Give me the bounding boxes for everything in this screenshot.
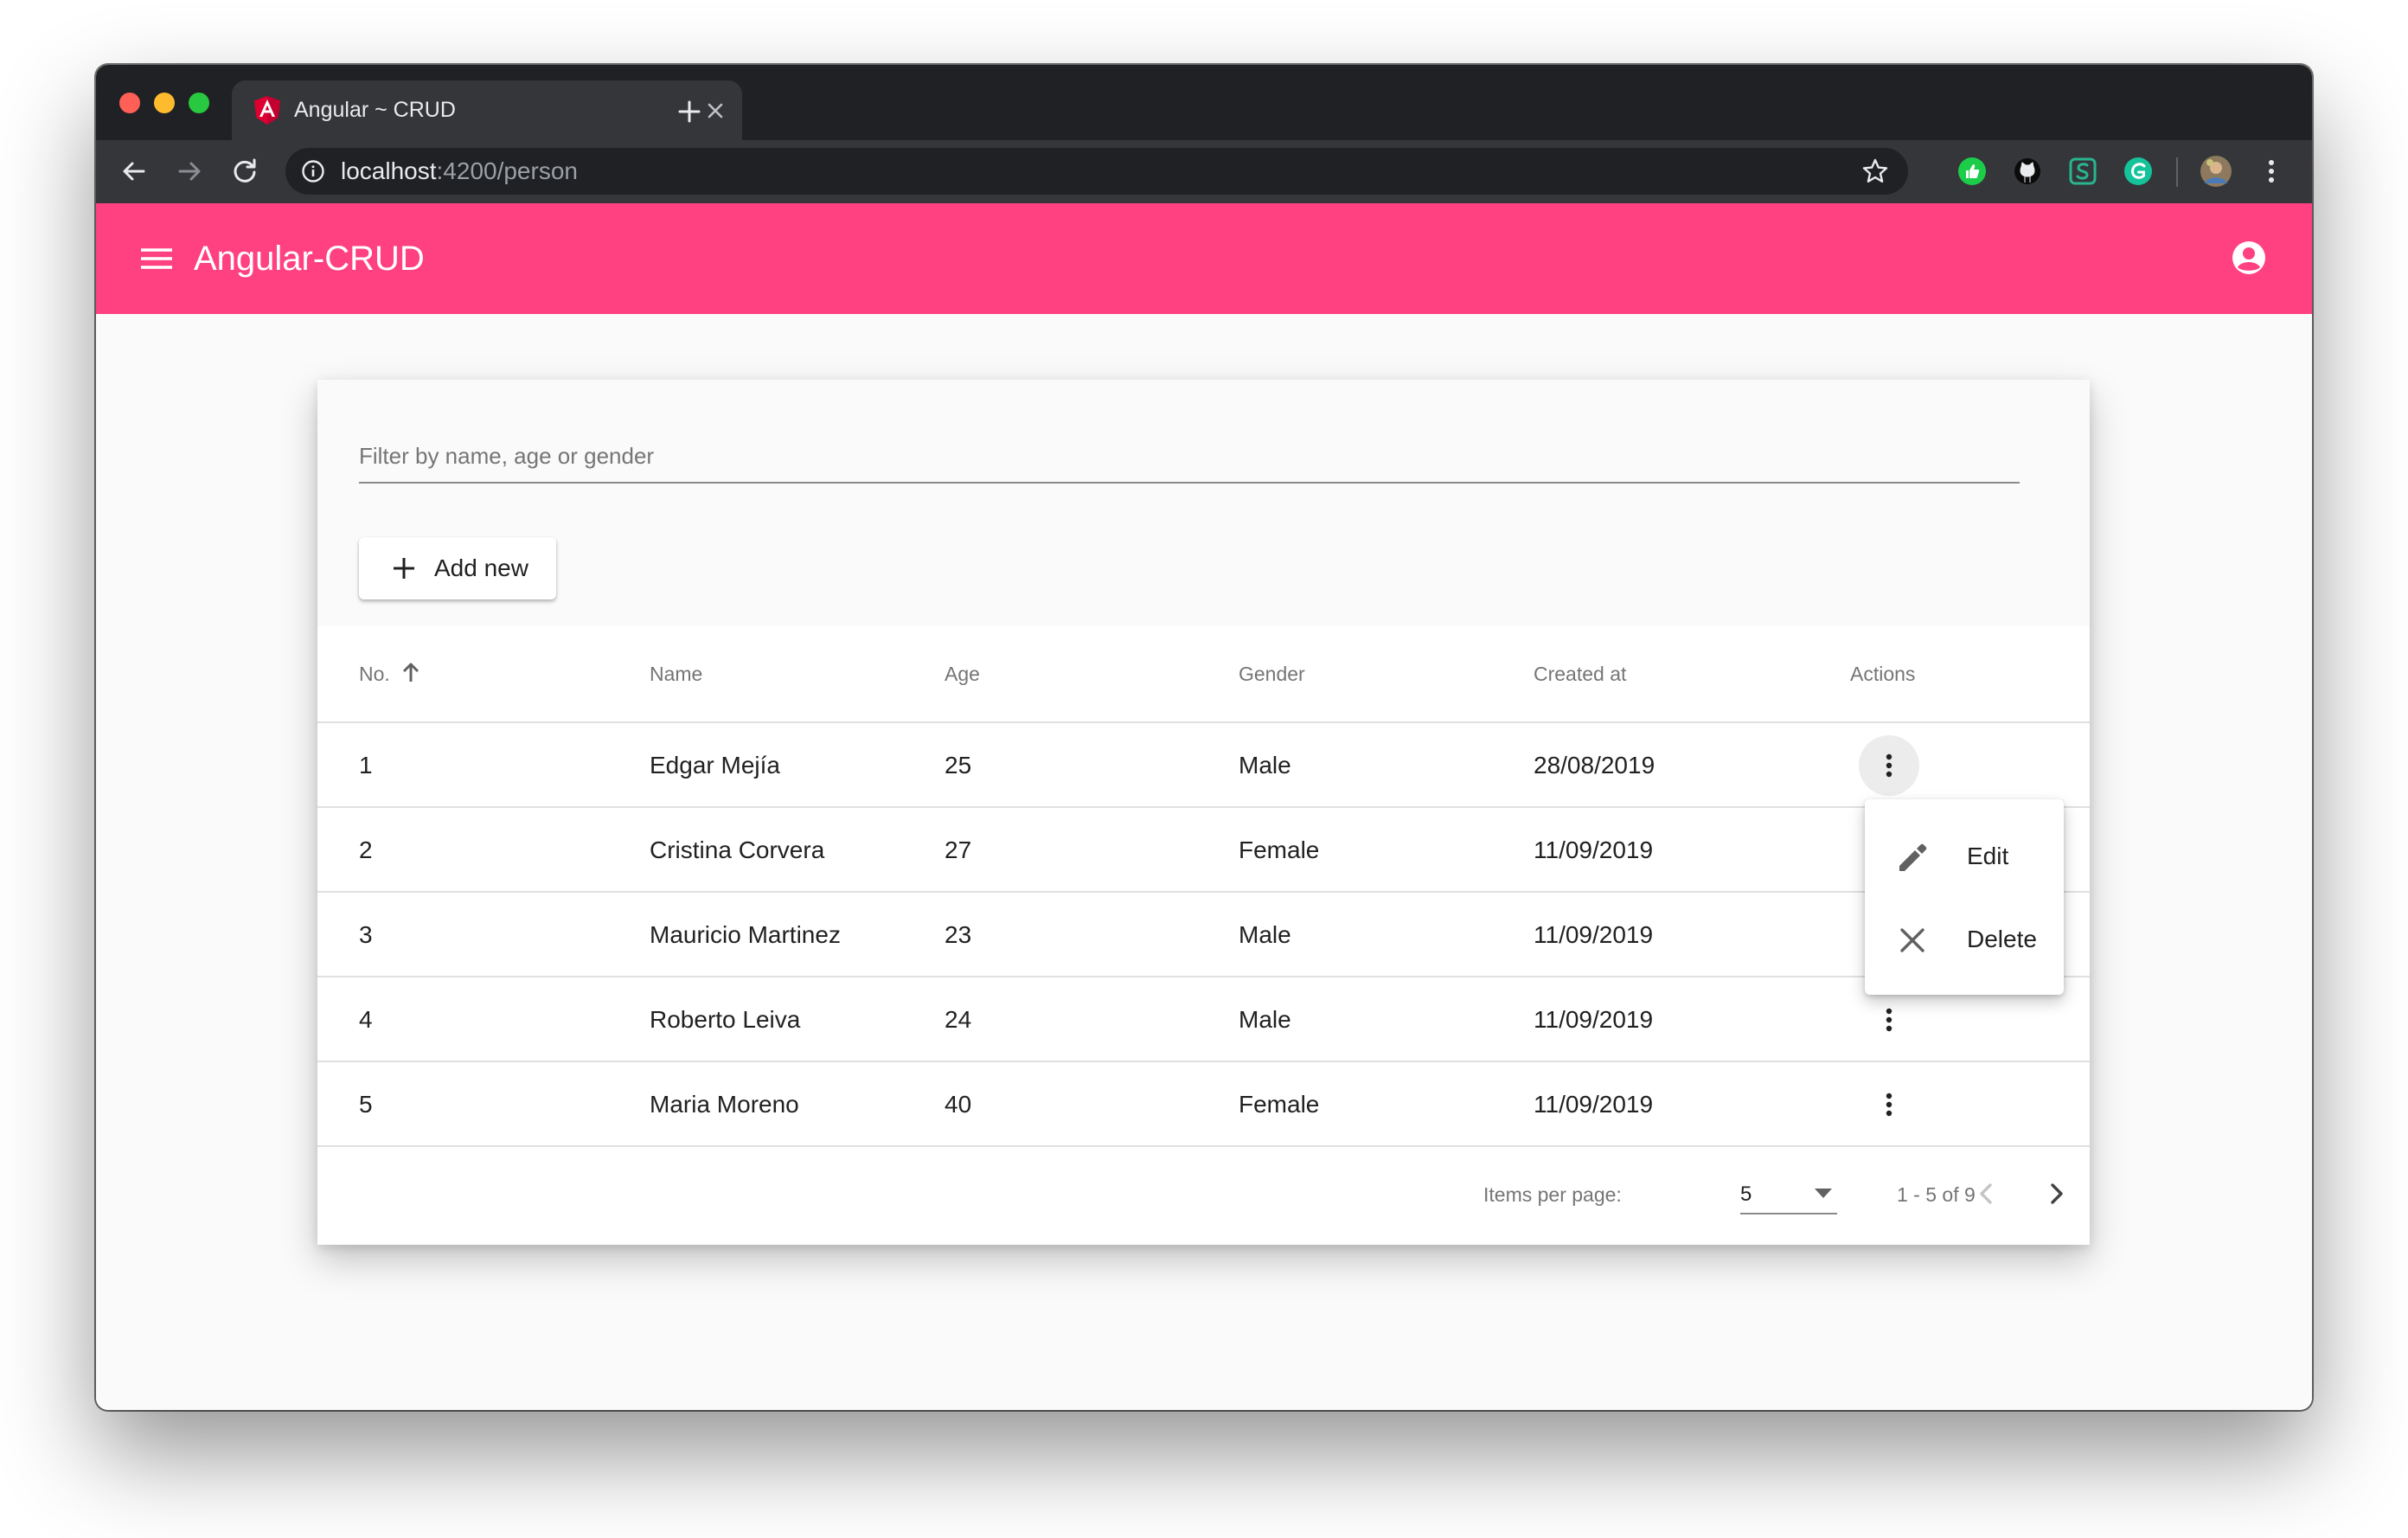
column-header-actions: Actions: [1850, 663, 1916, 685]
filter-input[interactable]: Filter by name, age or gender: [359, 440, 2020, 484]
info-icon[interactable]: [301, 159, 325, 183]
back-arrow-icon[interactable]: [117, 154, 151, 189]
next-page-icon[interactable]: [2037, 1175, 2075, 1213]
window-maximize-button[interactable]: [189, 93, 209, 113]
items-per-page-label: Items per page:: [1483, 1183, 1622, 1206]
cell-no: 3: [359, 921, 373, 948]
reload-icon[interactable]: [227, 154, 262, 189]
window-close-button[interactable]: [119, 93, 140, 113]
page-size-value: 5: [1740, 1182, 1752, 1206]
cell-created-at: 11/09/2019: [1534, 921, 1654, 948]
browser-toolbar: localhost:4200/person: [96, 140, 2312, 203]
cell-gender: Male: [1239, 752, 1291, 779]
toolbar-divider: [2176, 157, 2178, 187]
tab-strip: Angular ~ CRUD: [96, 65, 2312, 140]
cell-gender: Female: [1239, 836, 1320, 863]
more-vert-icon: [1886, 753, 1892, 778]
account-circle-icon[interactable]: [2231, 240, 2267, 276]
cell-no: 1: [359, 752, 373, 779]
add-new-label: Add new: [434, 554, 528, 581]
cell-name: Maria Moreno: [650, 1091, 799, 1118]
menu-item-delete[interactable]: Delete: [1865, 898, 2064, 981]
table-row: 5 Maria Moreno 40 Female 11/09/2019: [317, 1062, 2090, 1147]
person-table-card: Filter by name, age or gender Add new No…: [317, 380, 2090, 1245]
menu-item-edit[interactable]: Edit: [1865, 815, 2064, 898]
grammarly-icon[interactable]: [2122, 155, 2155, 188]
cell-gender: Male: [1239, 921, 1291, 948]
dropdown-arrow-icon: [1815, 1189, 1832, 1198]
forward-arrow-icon[interactable]: [172, 154, 207, 189]
pencil-icon: [1899, 843, 1927, 871]
column-header-no[interactable]: No.: [359, 661, 390, 687]
card-controls: Filter by name, age or gender Add new: [317, 380, 2090, 626]
extension-s-icon[interactable]: [2066, 155, 2099, 188]
url-text: localhost:4200/person: [341, 157, 578, 184]
table-row: 1 Edgar Mejía 25 Male 28/08/2019: [317, 723, 2090, 808]
more-vert-icon: [1886, 1008, 1892, 1032]
hamburger-menu-icon[interactable]: [139, 241, 174, 276]
close-icon: [1900, 928, 1924, 952]
person-table: No. Name Age Gender Created at Actions 1…: [317, 626, 2090, 1147]
browser-tab[interactable]: Angular ~ CRUD: [232, 80, 742, 140]
cell-created-at: 11/09/2019: [1534, 836, 1654, 863]
cell-created-at: 28/08/2019: [1534, 752, 1656, 779]
angular-logo-icon: [254, 96, 280, 125]
cell-name: Edgar Mejía: [650, 752, 780, 779]
cell-no: 4: [359, 1006, 373, 1033]
address-bar[interactable]: localhost:4200/person: [285, 148, 1908, 195]
new-tab-icon[interactable]: [673, 95, 706, 128]
app-title: Angular-CRUD: [194, 240, 425, 278]
chrome-menu-icon[interactable]: [2255, 155, 2288, 188]
cell-name: Cristina Corvera: [650, 836, 825, 863]
table-row: 4 Roberto Leiva 24 Male 11/09/2019: [317, 977, 2090, 1062]
cell-no: 2: [359, 836, 373, 863]
row-actions-button[interactable]: [1859, 1074, 1919, 1135]
close-tab-icon[interactable]: [704, 99, 727, 122]
cell-age: 27: [945, 836, 972, 863]
table-row: 2 Cristina Corvera 27 Female 11/09/2019: [317, 808, 2090, 893]
cell-name: Roberto Leiva: [650, 1006, 801, 1033]
page-size-select[interactable]: 5: [1740, 1176, 1837, 1214]
cell-gender: Male: [1239, 1006, 1291, 1033]
column-header-created-at: Created at: [1534, 663, 1627, 685]
cell-age: 24: [945, 1006, 972, 1033]
previous-page-icon[interactable]: [1968, 1175, 2006, 1213]
bookmark-star-icon[interactable]: [1861, 157, 1889, 185]
cell-name: Mauricio Martinez: [650, 921, 841, 948]
tab-title: Angular ~ CRUD: [294, 98, 456, 122]
table-header-row: No. Name Age Gender Created at Actions: [317, 626, 2090, 723]
more-vert-icon: [1886, 1093, 1892, 1117]
row-actions-button[interactable]: [1859, 735, 1919, 796]
menu-item-edit-label: Edit: [1967, 843, 2009, 869]
window-minimize-button[interactable]: [154, 93, 175, 113]
browser-window: Angular ~ CRUD localhost:4200/person Ang…: [96, 65, 2312, 1410]
menu-item-delete-label: Delete: [1967, 926, 2037, 952]
cell-age: 23: [945, 921, 972, 948]
cell-no: 5: [359, 1091, 373, 1118]
column-header-age: Age: [945, 663, 980, 685]
paginator: Items per page: 5 1 - 5 of 9: [317, 1145, 2090, 1245]
table-row: 3 Mauricio Martinez 23 Male 11/09/2019: [317, 893, 2090, 977]
cell-gender: Female: [1239, 1091, 1320, 1118]
arrow-up-icon[interactable]: [399, 661, 423, 685]
row-actions-button[interactable]: [1859, 990, 1919, 1050]
cell-created-at: 11/09/2019: [1534, 1006, 1654, 1033]
cell-age: 25: [945, 752, 972, 779]
cell-created-at: 11/09/2019: [1534, 1091, 1654, 1118]
github-icon[interactable]: [2011, 155, 2044, 188]
page-content: Filter by name, age or gender Add new No…: [96, 314, 2312, 1410]
profile-avatar-icon[interactable]: [2200, 155, 2232, 188]
column-header-name: Name: [650, 663, 703, 685]
extension-thumb-icon[interactable]: [1956, 155, 1989, 188]
app-header: Angular-CRUD: [96, 203, 2312, 314]
page-range-label: 1 - 5 of 9: [1897, 1183, 1976, 1206]
cell-age: 40: [945, 1091, 972, 1118]
filter-placeholder: Filter by name, age or gender: [359, 443, 655, 469]
add-new-button[interactable]: Add new: [359, 537, 556, 599]
column-header-gender: Gender: [1239, 663, 1305, 685]
row-actions-menu: Edit Delete: [1865, 799, 2064, 995]
plus-icon: [394, 558, 414, 579]
